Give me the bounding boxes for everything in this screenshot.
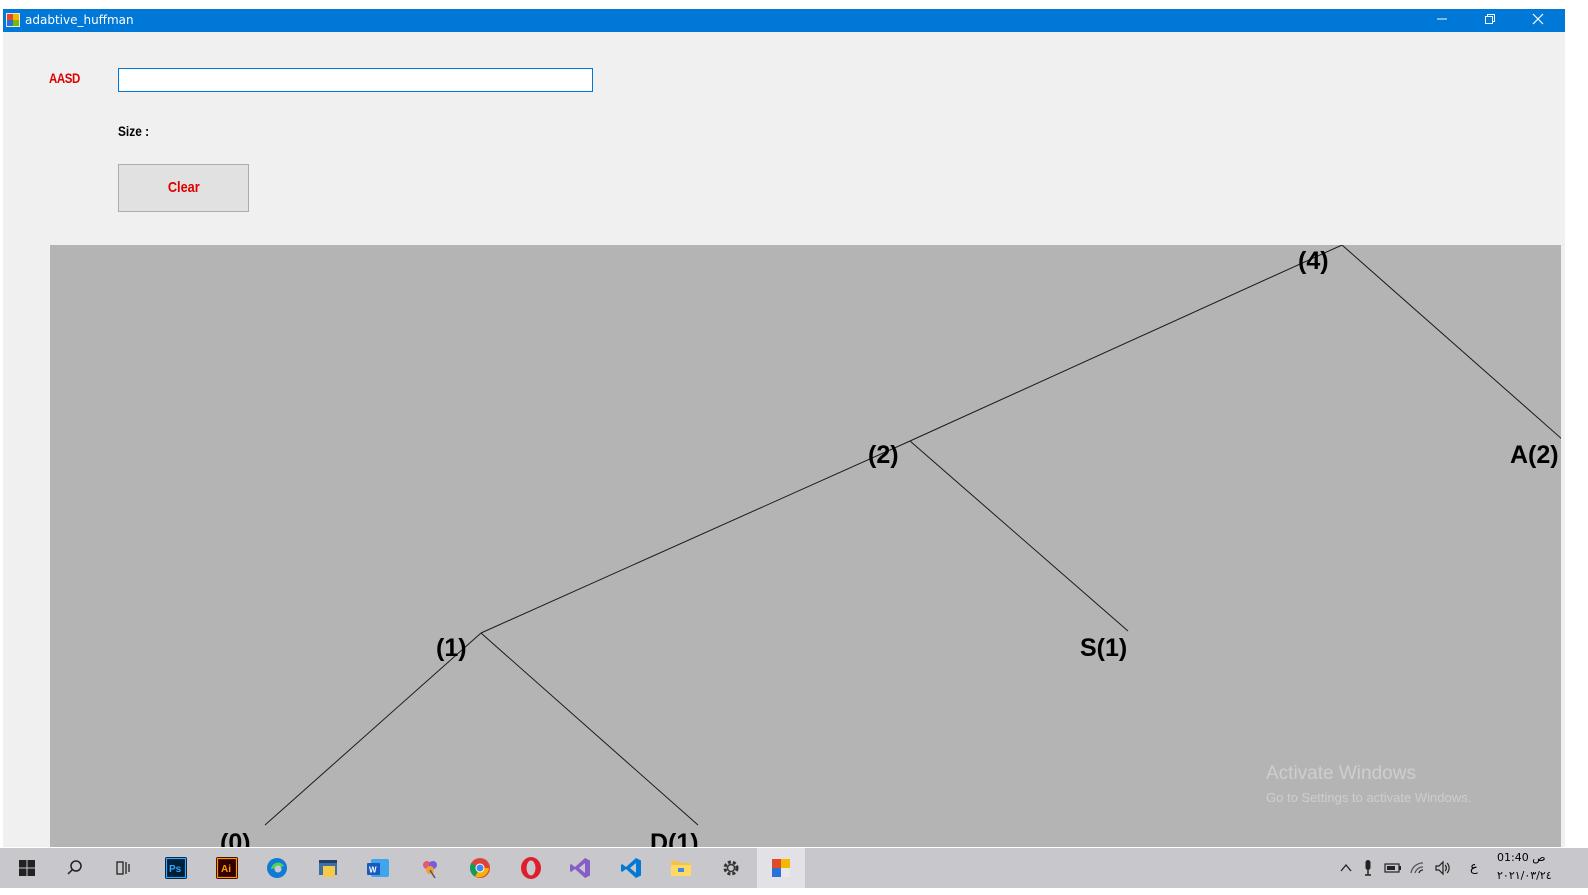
- windows-start-icon[interactable]: [13, 854, 41, 882]
- maximize-button[interactable]: [1467, 9, 1513, 32]
- tree-edge-n2-s: [909, 440, 1129, 632]
- close-icon: [1532, 13, 1544, 25]
- edge-icon[interactable]: [263, 854, 291, 882]
- minimize-button[interactable]: [1419, 9, 1465, 32]
- chrome-icon[interactable]: [466, 854, 494, 882]
- svg-text:Ai: Ai: [221, 864, 231, 875]
- taskbar: Ps Ai W ع 01:40 ص ٢٠٢١/٠٣/٢٤: [0, 848, 1588, 888]
- tree-node-a: A(2): [1510, 441, 1559, 469]
- close-button[interactable]: [1515, 9, 1561, 32]
- restore-icon: [1485, 14, 1495, 24]
- tree-node-d: D(1): [650, 829, 699, 847]
- svg-text:W: W: [369, 866, 377, 875]
- screen: adabtive_huffman AASD Size : Clear (4) (…: [0, 0, 1588, 895]
- app-icon: [6, 13, 20, 27]
- activation-watermark-title: Activate Windows: [1266, 763, 1416, 784]
- app-icon[interactable]: [767, 854, 795, 882]
- tree-edge-root-a: [1341, 245, 1561, 439]
- wifi-icon[interactable]: [1409, 854, 1427, 882]
- microphone-icon[interactable]: [1360, 854, 1376, 882]
- window-title: adabtive_huffman: [25, 13, 134, 27]
- tree-edge-n2-n1: [480, 440, 911, 634]
- tree-node-n2: (2): [868, 441, 899, 469]
- tree-diagram: (4) (2) A(2) (1) S(1) (0) D(1): [220, 245, 1561, 847]
- tree-canvas: (4) (2) A(2) (1) S(1) (0) D(1) Activate Window…: [50, 245, 1561, 847]
- tree-node-s: S(1): [1080, 634, 1127, 662]
- opera-icon[interactable]: [517, 854, 545, 882]
- language-indicator[interactable]: ع: [1470, 860, 1478, 875]
- file-explorer-icon[interactable]: [667, 854, 695, 882]
- volume-icon[interactable]: [1434, 854, 1452, 882]
- python-icon[interactable]: [314, 854, 342, 882]
- screen-bottom-edge: [0, 888, 1588, 895]
- clear-button[interactable]: Clear: [118, 164, 249, 212]
- chevron-up-icon[interactable]: [1338, 854, 1354, 882]
- settings-icon[interactable]: [717, 854, 745, 882]
- search-icon[interactable]: [61, 854, 89, 882]
- vscode-icon[interactable]: [617, 854, 645, 882]
- battery-icon[interactable]: [1384, 854, 1402, 882]
- tree-node-root: (4): [1298, 247, 1329, 275]
- activation-watermark-hint: Go to Settings to activate Windows.: [1266, 790, 1472, 805]
- input-label: AASD: [49, 70, 80, 86]
- tree-edge-root-n2: [909, 245, 1343, 442]
- app-window: adabtive_huffman AASD Size : Clear (4) (…: [3, 9, 1565, 847]
- task-view-icon[interactable]: [110, 854, 138, 882]
- visual-studio-icon[interactable]: [566, 854, 594, 882]
- svg-text:Ps: Ps: [169, 864, 182, 875]
- illustrator-icon[interactable]: Ai: [213, 854, 241, 882]
- word-icon[interactable]: W: [365, 854, 393, 882]
- text-input[interactable]: [118, 68, 593, 92]
- photoshop-icon[interactable]: Ps: [162, 854, 190, 882]
- tree-node-n1: (1): [436, 634, 467, 662]
- minimize-icon: [1437, 18, 1447, 20]
- size-label: Size :: [118, 123, 150, 139]
- clear-button-label: Clear: [167, 179, 200, 196]
- paint-icon[interactable]: [416, 854, 444, 882]
- title-bar[interactable]: adabtive_huffman: [3, 9, 1565, 32]
- tree-edge-n1-d: [480, 632, 699, 826]
- tree-node-n0: (0): [220, 829, 251, 847]
- clock-date[interactable]: ٢٠٢١/٠٣/٢٤: [1497, 869, 1552, 882]
- clock-time[interactable]: 01:40 ص: [1497, 851, 1546, 864]
